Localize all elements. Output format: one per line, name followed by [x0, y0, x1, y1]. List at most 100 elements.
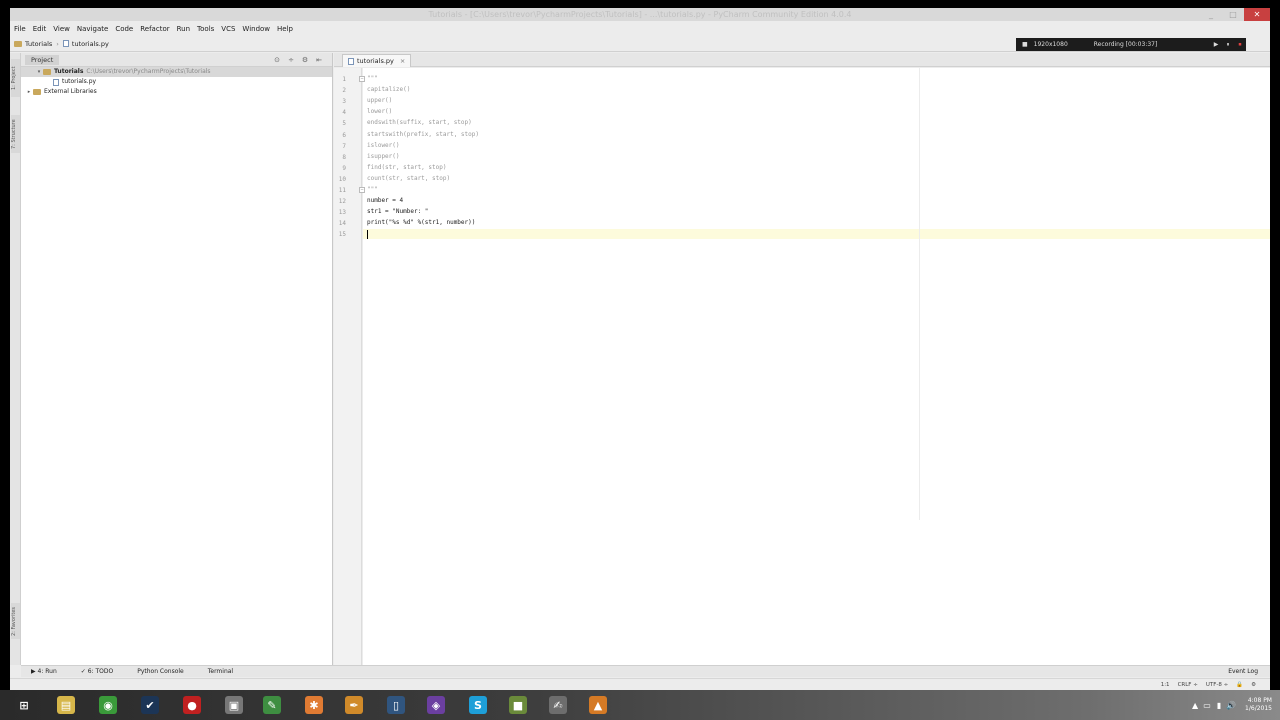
record-icon[interactable]: ●	[176, 694, 208, 716]
code-line: str1 = "Number: "	[367, 208, 429, 216]
steam-icon-glyph: ✔	[141, 696, 159, 714]
caret-position[interactable]: 1:1	[1161, 682, 1170, 688]
menu-help[interactable]: Help	[277, 25, 293, 33]
close-tab-icon[interactable]: ×	[400, 57, 405, 65]
python-console-tab[interactable]: Python Console	[137, 668, 184, 675]
todo-tool-tab[interactable]: ✓ 6: TODO	[81, 668, 113, 675]
stop-icon[interactable]: ⏹	[1234, 41, 1246, 49]
system-clock[interactable]: 4:08 PM 1/6/2015	[1245, 697, 1272, 713]
volume-icon[interactable]: 🔊	[1225, 701, 1237, 710]
tree-item-0[interactable]: ▾ Tutorials C:\Users\trevor\PycharmProject…	[21, 67, 332, 77]
nav-file[interactable]: tutorials.py	[72, 40, 109, 48]
notepad-icon-glyph: ✎	[263, 696, 281, 714]
menu-refactor[interactable]: Refactor	[140, 25, 169, 33]
hide-panel-icon[interactable]: ⇤	[312, 56, 326, 64]
maximize-button[interactable]: □	[1222, 8, 1244, 21]
menu-file[interactable]: File	[14, 25, 26, 33]
code-line: endswith(suffix, start, stop)	[367, 119, 472, 127]
collapse-all-icon[interactable]: ÷	[284, 56, 298, 64]
terminal-tab[interactable]: Terminal	[208, 668, 233, 675]
windows-start-icon[interactable]: ⊞	[8, 694, 40, 716]
line-number: 13	[338, 209, 346, 217]
code-line: lower()	[367, 108, 393, 116]
current-line-highlight	[363, 229, 1270, 240]
scroll-from-source-icon[interactable]: ⊙	[270, 56, 284, 64]
code-line: isupper()	[367, 152, 400, 160]
file-explorer-icon[interactable]: ▤	[50, 694, 82, 716]
tree-expand-icon[interactable]: ▾	[35, 67, 43, 77]
editor-tab-bar: tutorials.py ×	[334, 53, 1270, 67]
brush-icon-glyph: ✍	[549, 696, 567, 714]
code-line: islower()	[367, 141, 400, 149]
minecraft-icon[interactable]: ■	[502, 694, 534, 716]
notepad-icon[interactable]: ✎	[256, 694, 288, 716]
fold-marker-icon[interactable]: −	[359, 76, 365, 82]
breadcrumb-separator: ›	[56, 39, 59, 48]
line-number: 1	[342, 76, 346, 83]
close-button[interactable]: ✕	[1244, 8, 1270, 21]
nav-project[interactable]: Tutorials	[25, 40, 52, 48]
event-log-tab[interactable]: Event Log	[1228, 668, 1258, 675]
document-icon[interactable]: ▯	[380, 694, 412, 716]
tree-item-2[interactable]: ▸ External Libraries	[21, 87, 332, 97]
menu-bar: File Edit View Navigate Code Refactor Ru…	[10, 21, 1270, 36]
run-tool-tab[interactable]: ▶ 4: Run	[31, 668, 57, 675]
minimize-button[interactable]: _	[1200, 8, 1222, 21]
play-icon[interactable]: ▶	[1210, 41, 1222, 49]
monitor-icon-glyph: ▣	[225, 696, 243, 714]
menu-navigate[interactable]: Navigate	[77, 25, 108, 33]
lock-icon[interactable]: 🔒	[1236, 682, 1243, 688]
pycharm-window: Tutorials - [C:\Users\trevor\PycharmProj…	[10, 8, 1270, 690]
menu-edit[interactable]: Edit	[33, 25, 47, 33]
windows-taskbar: ⊞ ▤ ◉ ✔ ● ▣ ✎ ✱ ✒ ▯ ◈ S ■ ✍ ▲	[0, 690, 1280, 720]
line-number: 5	[342, 120, 346, 128]
code-editor[interactable]: """ capitalize() upper() lower() endswith(su…	[363, 68, 1270, 665]
pen-tool-icon[interactable]: ✒	[338, 694, 370, 716]
settings-gear-icon[interactable]: ⚙	[298, 56, 312, 64]
project-view-selector[interactable]: Project	[25, 54, 60, 65]
editor-tab-label: tutorials.py	[357, 57, 394, 65]
fold-marker-icon[interactable]: −	[359, 187, 365, 193]
line-number: 15	[338, 231, 346, 239]
menu-tools[interactable]: Tools	[197, 25, 214, 33]
menu-code[interactable]: Code	[115, 25, 133, 33]
right-margin-guide	[919, 68, 920, 520]
line-separator-selector[interactable]: CRLF ÷	[1178, 682, 1198, 688]
menu-window[interactable]: Window	[242, 25, 270, 33]
network-icon[interactable]: ▮	[1213, 701, 1225, 710]
line-number: 2	[342, 87, 346, 95]
tree-expand-icon[interactable]: ▸	[25, 87, 33, 97]
line-number: 7	[342, 142, 346, 150]
chrome-icon[interactable]: ◉	[92, 694, 124, 716]
line-number: 14	[338, 220, 346, 228]
tree-item-1[interactable]: tutorials.py	[21, 77, 332, 87]
project-tool-tab[interactable]: 1: Project	[11, 59, 20, 97]
steam-icon[interactable]: ✔	[134, 694, 166, 716]
inspection-icon[interactable]: ⚙	[1251, 682, 1256, 688]
brush-icon[interactable]: ✍	[542, 694, 574, 716]
favorites-tool-tab[interactable]: 2: Favorites	[11, 603, 20, 639]
pause-icon[interactable]: ⏸	[1222, 41, 1234, 49]
python-file-icon	[53, 78, 59, 86]
text-caret	[367, 230, 368, 240]
encoding-selector[interactable]: UTF-8 ÷	[1206, 682, 1228, 688]
xampp-icon[interactable]: ✱	[298, 694, 330, 716]
menu-view[interactable]: View	[53, 25, 70, 33]
visual-studio-icon-glyph: ◈	[427, 696, 445, 714]
visual-studio-icon[interactable]: ◈	[420, 694, 452, 716]
menu-vcs[interactable]: VCS	[221, 25, 235, 33]
window-title: Tutorials - [C:\Users\trevor\PycharmProj…	[428, 10, 852, 19]
line-number: 4	[342, 109, 346, 117]
structure-tool-tab[interactable]: 7: Structure	[11, 115, 20, 153]
action-center-icon[interactable]: ▭	[1201, 701, 1213, 710]
skype-icon[interactable]: S	[462, 694, 494, 716]
monitor-icon[interactable]: ▣	[218, 694, 250, 716]
editor-tab-tutorials[interactable]: tutorials.py ×	[342, 54, 412, 67]
line-number: 10	[338, 175, 346, 183]
code-line: """	[367, 186, 378, 193]
tree-item-path: C:\Users\trevor\PycharmProjects\Tutorial…	[86, 68, 211, 75]
menu-run[interactable]: Run	[177, 25, 190, 33]
show-hidden-icons-icon[interactable]: ▲	[1189, 701, 1201, 710]
tree-item-label: Tutorials	[54, 68, 84, 75]
pycharm-icon[interactable]: ▲	[582, 694, 614, 716]
